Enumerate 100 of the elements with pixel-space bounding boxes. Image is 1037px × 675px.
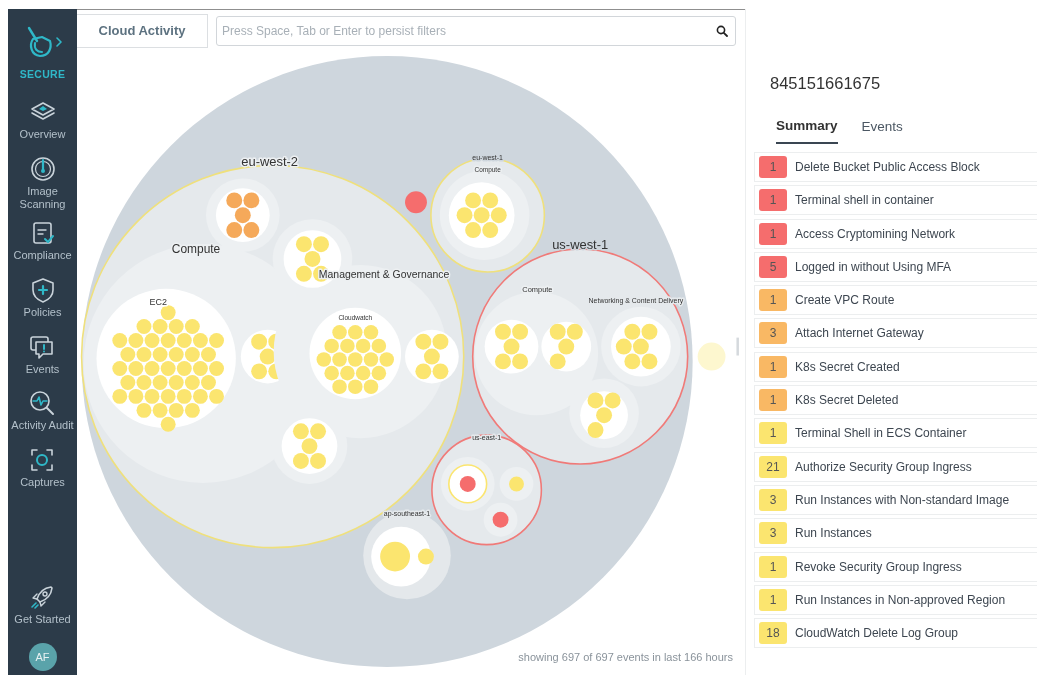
event-dot (176, 361, 192, 376)
brand-label: SECURE (19, 67, 66, 82)
nav-item[interactable]: Image Scanning (8, 155, 77, 212)
gauge-icon (29, 155, 56, 182)
event-dot (587, 422, 604, 439)
event-dot (503, 338, 520, 355)
event-dot (144, 333, 160, 348)
event-label: Attach Internet Gateway (795, 325, 924, 343)
event-dot (209, 361, 224, 376)
resize-handle[interactable] (736, 337, 739, 356)
event-dot (417, 548, 434, 565)
nav-item[interactable]: Activity Audit (11, 390, 74, 433)
event-row[interactable]: 1 Create VPC Route (754, 285, 1037, 316)
event-dot (495, 353, 511, 370)
event-dot (168, 319, 184, 335)
region-label: eu-west-2 (241, 154, 299, 170)
event-label: Run Instances in Non-approved Region (795, 591, 1006, 609)
count-badge: 1 (759, 555, 787, 578)
event-dot (184, 319, 200, 335)
search-icon (716, 25, 728, 37)
event-dot (465, 192, 482, 209)
event-dot (432, 363, 449, 380)
event-dot (184, 374, 200, 390)
event-dot (355, 338, 371, 354)
event-dot (168, 374, 184, 390)
event-dot (566, 323, 583, 340)
event-row[interactable]: 1 K8s Secret Created (754, 351, 1037, 382)
event-dot (128, 361, 144, 376)
event-dot (184, 347, 200, 362)
event-dot (295, 236, 312, 253)
event-dot (380, 541, 410, 572)
event-label: Run Instances (795, 525, 872, 543)
event-dot (371, 365, 387, 381)
event-row[interactable]: 18 CloudWatch Delete Log Group (754, 618, 1037, 649)
view-tab[interactable]: Cloud Activity (77, 14, 208, 48)
event-dot (168, 347, 184, 362)
event-dot (604, 392, 621, 409)
event-dot (332, 379, 347, 394)
nav-item[interactable]: Events (25, 333, 60, 377)
event-row[interactable]: 1 Access Cryptomining Network (754, 218, 1037, 249)
event-dot (415, 363, 432, 380)
event-dot (136, 402, 152, 418)
event-row[interactable]: 21 Authorize Security Group Ingress (754, 451, 1037, 482)
event-dot (152, 319, 168, 335)
count-badge: 1 (759, 355, 787, 378)
event-label: Run Instances with Non-standard Image (795, 491, 1010, 509)
event-row[interactable]: 1 K8s Secret Deleted (754, 385, 1037, 416)
event-dot (697, 342, 726, 371)
event-dot (363, 352, 379, 367)
event-dot (112, 333, 128, 348)
event-dot (324, 338, 339, 354)
event-row[interactable]: 3 Attach Internet Gateway (754, 318, 1037, 349)
event-dot (459, 475, 476, 492)
event-dot (509, 476, 524, 492)
event-dot (144, 388, 160, 404)
status-text: showing 697 of 697 events in last 166 hours (518, 649, 733, 665)
panel-tab[interactable]: Summary (776, 115, 838, 144)
nav-item[interactable]: Captures (20, 447, 65, 490)
event-dot (641, 353, 658, 370)
event-dot (243, 192, 260, 209)
magnifier-pulse-icon (29, 390, 56, 417)
event-dot (615, 338, 632, 355)
event-dot (624, 323, 641, 340)
event-dot (624, 353, 641, 370)
event-row[interactable]: 3 Run Instances with Non-standard Image (754, 484, 1037, 515)
event-dot (160, 333, 176, 348)
count-badge: 1 (759, 588, 787, 611)
event-dot (295, 265, 312, 282)
panel-tab[interactable]: Events (861, 115, 903, 144)
rocket-icon (29, 584, 56, 611)
nav-item[interactable]: Compliance (13, 220, 72, 263)
event-dot (379, 352, 394, 367)
event-label: Access Cryptomining Network (795, 225, 956, 243)
event-row[interactable]: 1 Delete Bucket Public Access Block (754, 152, 1037, 182)
event-label: CloudWatch Delete Log Group (795, 625, 958, 643)
event-dot (136, 347, 152, 362)
event-row[interactable]: 1 Terminal Shell in ECS Container (754, 418, 1037, 449)
event-dot (405, 191, 427, 214)
event-dot (549, 353, 566, 370)
bubble-label: Compute (171, 242, 221, 256)
event-dot (558, 338, 575, 355)
nav-item[interactable]: Policies (23, 276, 62, 320)
event-dot (112, 361, 128, 376)
event-dot (251, 333, 268, 350)
event-dot (310, 452, 326, 469)
event-row[interactable]: 3 Run Instances (754, 518, 1037, 549)
nav-item[interactable]: Get Started (14, 584, 71, 627)
event-label: Create VPC Route (795, 292, 895, 310)
nav-item[interactable]: Overview (19, 98, 66, 142)
event-row[interactable]: 1 Run Instances in Non-approved Region (754, 584, 1037, 615)
event-dot (152, 402, 168, 418)
count-badge: 3 (759, 522, 787, 545)
event-label: Revoke Security Group Ingress (795, 558, 962, 576)
event-row[interactable]: 5 Logged in without Using MFA (754, 251, 1037, 282)
search-field[interactable]: Press Space, Tab or Enter to persist filters (216, 16, 736, 46)
event-dot (160, 305, 176, 321)
event-row[interactable]: 1 Revoke Security Group Ingress (754, 551, 1037, 582)
event-dot (209, 388, 224, 404)
event-row[interactable]: 1 Terminal shell in container (754, 185, 1037, 216)
event-dot (243, 222, 260, 238)
